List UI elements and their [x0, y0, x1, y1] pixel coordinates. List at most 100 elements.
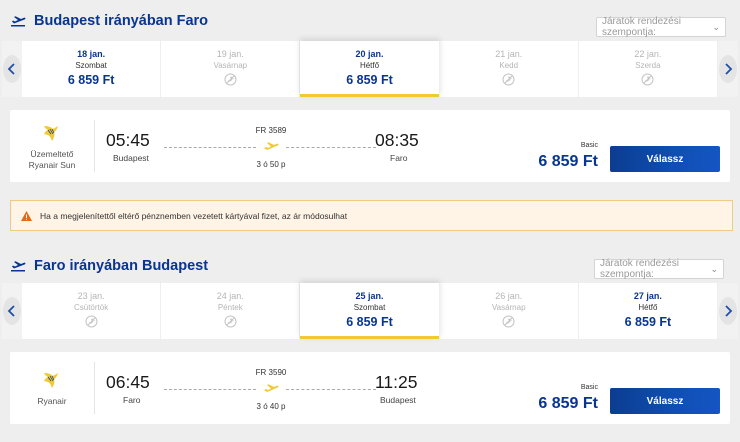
select-flight-button[interactable]: Válassz — [610, 388, 720, 414]
arrival-time: 11:25 — [375, 372, 418, 392]
day-label: Vasárnap — [491, 303, 526, 312]
no-flight-icon — [641, 73, 654, 86]
divider — [94, 362, 95, 414]
chevron-left-icon — [3, 55, 21, 83]
prev-dates-button[interactable] — [2, 41, 22, 97]
flight-duration: 3 ó 40 p — [256, 402, 286, 411]
inbound-flight-card[interactable]: Ryanair 06:45 Faro FR 3590 3 ó 40 p 11:2… — [10, 352, 730, 424]
chevron-right-icon — [719, 297, 738, 325]
date-label: 25 jan. — [355, 291, 384, 301]
date-label: 18 jan. — [77, 49, 106, 59]
flight-number: FR 3589 — [255, 126, 287, 135]
outbound-flight-card[interactable]: Üzemeltető Ryanair Sun 05:45 Budapest FR… — [10, 110, 730, 182]
date-price: 6 859 Ft — [346, 73, 393, 87]
sort-label: Járatok rendezési szempontja: — [600, 258, 679, 280]
date-cell-27-jan[interactable]: 27 jan. Hétfő 6 859 Ft — [579, 283, 719, 339]
day-label: Szombat — [75, 61, 107, 70]
date-cell-26-jan[interactable]: 26 jan. Vasárnap — [440, 283, 579, 339]
date-label: 26 jan. — [495, 291, 523, 301]
flight-duration: 3 ó 50 p — [256, 160, 286, 169]
day-label: Szombat — [353, 303, 386, 312]
departure-time: 06:45 — [106, 372, 150, 392]
prev-dates-button[interactable] — [2, 283, 22, 339]
date-label: 19 jan. — [216, 49, 244, 59]
route-line-left — [164, 147, 256, 148]
route-line-right — [286, 147, 376, 148]
date-cell-19-jan[interactable]: 19 jan. Vasárnap — [161, 41, 301, 97]
outbound-date-strip: 18 jan. Szombat 6 859 Ft 19 jan. Vasárna… — [2, 41, 739, 97]
sort-label: Járatok rendezési szempontja: — [602, 16, 681, 38]
ryanair-harp-logo-icon — [44, 373, 58, 388]
chevron-right-icon — [719, 55, 738, 83]
operator-info: Üzemeltető Ryanair Sun — [10, 110, 94, 182]
no-flight-icon — [224, 73, 237, 86]
date-label: 23 jan. — [77, 291, 105, 301]
date-cell-18-jan[interactable]: 18 jan. Szombat 6 859 Ft — [22, 41, 162, 97]
date-label: 22 jan. — [634, 49, 662, 59]
ryanair-harp-logo-icon — [44, 125, 58, 141]
departure-city: Faro — [123, 395, 141, 405]
no-flight-icon — [224, 315, 237, 328]
arrival-time: 08:35 — [375, 130, 419, 150]
day-label: Kedd — [499, 61, 519, 70]
date-cell-20-jan[interactable]: 20 jan. Hétfő 6 859 Ft — [300, 41, 440, 97]
divider — [94, 120, 95, 172]
currency-warning: Ha a megjelenítettől eltérő pénznemben v… — [10, 200, 733, 231]
date-price: 6 859 Ft — [624, 315, 672, 329]
route-line-left — [164, 389, 256, 390]
flight-number: FR 3590 — [255, 368, 287, 377]
inbound-header: Faro irányában Budapest — [10, 258, 208, 274]
outbound-sort-select[interactable]: Járatok rendezési szempontja: ⌄ — [596, 16, 726, 38]
next-dates-button[interactable] — [718, 283, 739, 339]
chevron-down-icon: ⌄ — [710, 263, 718, 274]
day-label: Vasárnap — [213, 61, 248, 70]
departure-city: Budapest — [113, 153, 149, 163]
operator-name: Ryanair Sun — [28, 159, 76, 170]
day-label: Szerda — [635, 61, 661, 70]
route-line-right — [286, 389, 376, 390]
inbound-date-strip: 23 jan. Csütörtök 24 jan. Péntek 25 jan.… — [2, 283, 739, 339]
operator-label: Üzemeltető — [30, 148, 74, 159]
date-price: 6 859 Ft — [346, 315, 393, 329]
date-cell-23-jan[interactable]: 23 jan. Csütörtök — [22, 283, 162, 339]
plane-icon — [264, 384, 279, 392]
date-cell-24-jan[interactable]: 24 jan. Péntek — [161, 283, 301, 339]
outbound-title: Budapest irányában Faro — [34, 13, 209, 29]
no-flight-icon — [85, 315, 98, 328]
warning-text: Ha a megjelenítettől eltérő pénznemben v… — [40, 210, 348, 221]
chevron-down-icon: ⌄ — [712, 21, 720, 32]
departure-time: 05:45 — [106, 130, 150, 150]
date-label: 24 jan. — [216, 291, 244, 301]
day-label: Csütörtök — [73, 303, 109, 312]
no-flight-icon — [502, 315, 515, 328]
flight-price: 6 859 Ft — [538, 395, 598, 412]
arrival-city: Budapest — [380, 395, 416, 405]
next-dates-button[interactable] — [718, 41, 739, 97]
date-label: 27 jan. — [633, 291, 662, 301]
date-cell-22-jan[interactable]: 22 jan. Szerda — [579, 41, 719, 97]
operator-name: Ryanair — [37, 396, 67, 406]
chevron-left-icon — [3, 297, 21, 325]
select-flight-button[interactable]: Válassz — [610, 146, 720, 172]
fare-type: Basic — [580, 142, 598, 149]
flight-price: 6 859 Ft — [538, 153, 598, 170]
fare-type: Basic — [580, 384, 598, 391]
departure-plane-icon — [11, 16, 26, 27]
operator-info: Ryanair — [10, 352, 94, 424]
day-label: Hétfő — [638, 303, 658, 312]
date-cell-25-jan[interactable]: 25 jan. Szombat 6 859 Ft — [300, 283, 440, 339]
warning-icon — [21, 210, 32, 221]
arrival-city: Faro — [390, 153, 408, 163]
day-label: Hétfő — [359, 61, 380, 70]
date-label: 21 jan. — [495, 49, 523, 59]
outbound-header: Budapest irányában Faro — [10, 13, 208, 29]
no-flight-icon — [502, 73, 515, 86]
date-cell-21-jan[interactable]: 21 jan. Kedd — [440, 41, 579, 97]
departure-plane-icon — [11, 261, 26, 272]
date-price: 6 859 Ft — [67, 73, 115, 87]
date-label: 20 jan. — [355, 49, 384, 59]
plane-icon — [264, 142, 279, 150]
inbound-title: Faro irányában Budapest — [34, 258, 209, 274]
inbound-sort-select[interactable]: Járatok rendezési szempontja: ⌄ — [594, 258, 724, 280]
day-label: Péntek — [217, 303, 243, 312]
